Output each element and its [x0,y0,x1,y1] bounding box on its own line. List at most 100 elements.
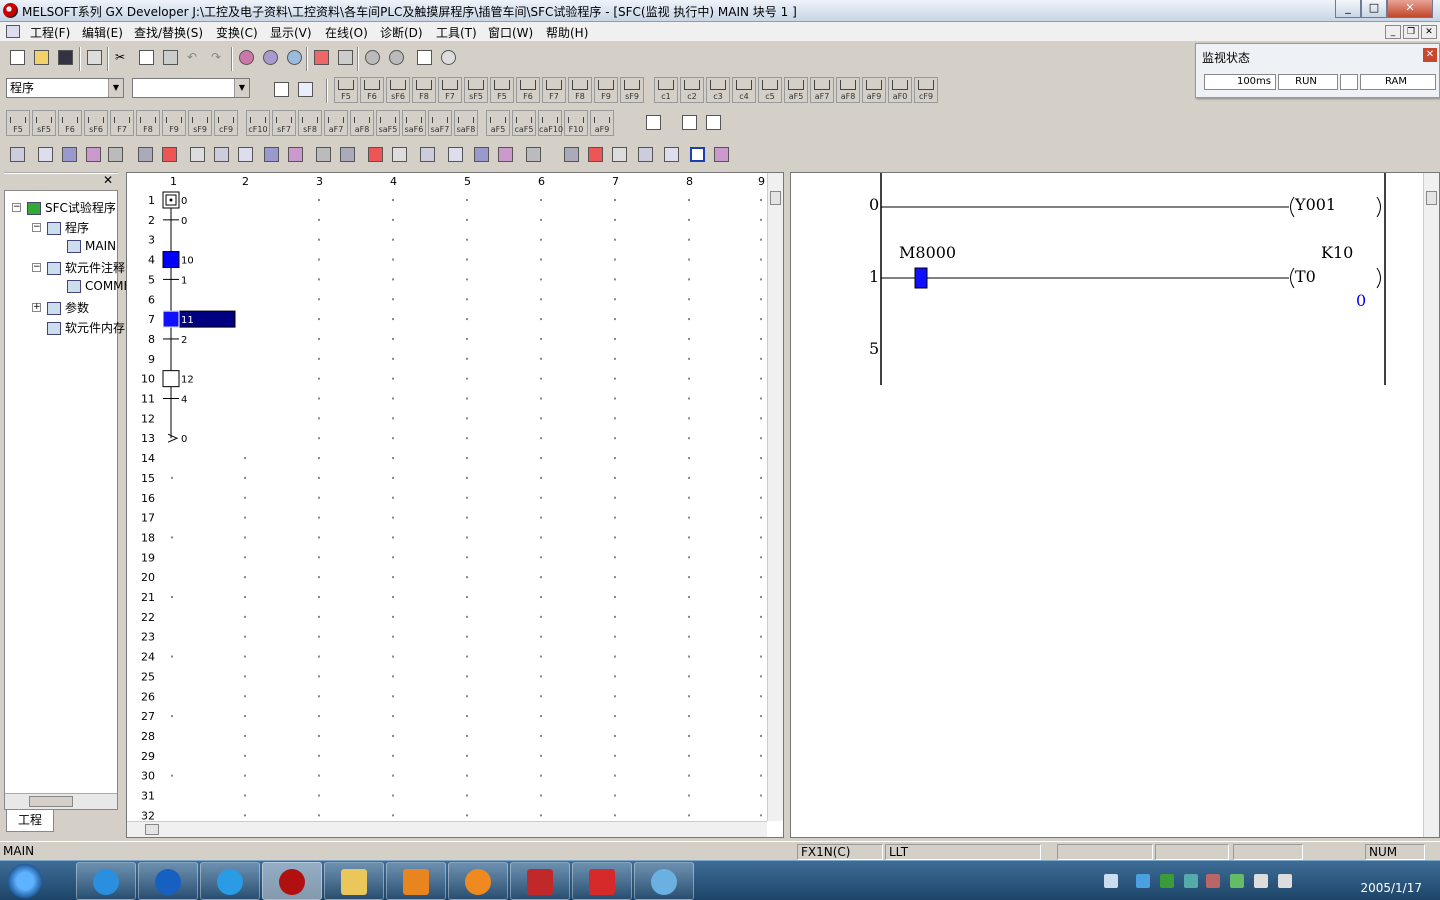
project-tab[interactable]: 工程 [6,810,54,832]
scroll-thumb[interactable] [29,796,73,807]
comment-icon[interactable] [642,111,664,133]
statement-icon[interactable] [702,111,724,133]
tray-icon[interactable] [1206,874,1220,888]
jump-arrow[interactable] [167,433,179,443]
scroll-thumb[interactable] [1426,191,1437,205]
tool-button-5[interactable] [134,143,156,165]
new-icon[interactable] [6,46,28,68]
volume-icon[interactable] [1254,874,1268,888]
tool-button-21[interactable] [560,143,582,165]
minimize-button[interactable]: _ [1335,0,1361,18]
taskbar-pdf[interactable] [386,862,446,900]
tool-button-11[interactable] [284,143,306,165]
menu-online[interactable]: 在线(O) [325,24,368,41]
start-button[interactable] [4,862,46,900]
coil-t0[interactable]: T0 [1295,267,1316,286]
sfc-key-12[interactable]: c1 [654,77,678,103]
sfc-vscrollbar[interactable] [767,173,783,821]
tool-button-8[interactable] [210,143,232,165]
ladder-key-5[interactable]: F8 [136,110,160,136]
taskbar-tool[interactable] [510,862,570,900]
tool-button-25[interactable] [660,143,682,165]
cut-icon[interactable]: ✂ [111,46,133,68]
collapse-icon[interactable]: − [12,203,21,212]
chevron-down-icon[interactable]: ▼ [108,79,123,97]
step-s10[interactable] [162,251,180,269]
tray-icon[interactable] [1230,874,1244,888]
ladder-vscrollbar[interactable] [1423,173,1439,837]
tree-hscrollbar[interactable] [5,793,117,809]
sfc-key-9[interactable]: F8 [568,77,592,103]
menu-help[interactable]: 帮助(H) [546,24,588,41]
save-icon[interactable] [54,46,76,68]
ladder-key-17[interactable]: saF8 [454,110,478,136]
tool-button-13[interactable] [336,143,358,165]
tool-button-22[interactable] [584,143,606,165]
redo-icon[interactable]: ↷ [207,46,229,68]
tool-button-10[interactable] [260,143,282,165]
sfc-key-4[interactable]: F7 [438,77,462,103]
sfc-key-1[interactable]: F6 [360,77,384,103]
coil-y001[interactable]: Y001 [1295,195,1336,214]
keyboard-icon[interactable] [1104,874,1118,888]
maximize-button[interactable]: □ [1361,0,1387,18]
sfc-key-6[interactable]: F5 [490,77,514,103]
chevron-down-icon[interactable]: ▼ [234,79,249,97]
tool-button-3[interactable] [82,143,104,165]
ladder-key-9[interactable]: cF10 [246,110,270,136]
taskbar-ie2[interactable] [200,862,260,900]
device-combo[interactable]: ▼ [132,78,250,98]
sfc-key-18[interactable]: aF7 [810,77,834,103]
tree-main[interactable]: MAIN [67,239,116,253]
ladder-key-6[interactable]: F9 [162,110,186,136]
m8000-contact[interactable] [914,267,928,289]
ladder-key-13[interactable]: aF8 [350,110,374,136]
tool-button-14[interactable] [364,143,386,165]
tool-button-17[interactable] [444,143,466,165]
ladder-key-12[interactable]: aF7 [324,110,348,136]
ladder-key-0[interactable]: F5 [6,110,30,136]
tool-button-18[interactable] [470,143,492,165]
tree-device-memory[interactable]: 软元件内存 [47,319,125,336]
scroll-thumb[interactable] [770,191,781,205]
sfc-ladder-switch-icon[interactable] [270,78,292,100]
monitor-stop-icon[interactable] [385,46,407,68]
ladder-key-10[interactable]: sF7 [272,110,296,136]
tree-root[interactable]: SFC试验程序 [27,199,116,216]
sfc-diagram[interactable]: 1 2 3 4 5 6 7 8 91234567891011121314151617181920… [127,173,767,821]
ladder-key-2[interactable]: F6 [58,110,82,136]
instruction-search-icon[interactable] [259,46,281,68]
taskbar-explorer[interactable] [324,862,384,900]
tool-button-1[interactable] [34,143,56,165]
taskbar-sogou[interactable] [138,862,198,900]
ladder-diagram[interactable] [791,173,1423,837]
ladder-key-20[interactable]: caF10 [538,110,563,136]
ladder-key-15[interactable]: saF6 [402,110,426,136]
network-icon[interactable] [1278,874,1292,888]
ladder-key-7[interactable]: sF9 [188,110,212,136]
copy-icon[interactable] [135,46,157,68]
device-search-icon[interactable] [235,46,257,68]
sfc-key-22[interactable]: cF9 [914,77,938,103]
open-icon[interactable] [30,46,52,68]
ladder-key-11[interactable]: sF8 [298,110,322,136]
paste-icon[interactable] [159,46,181,68]
ladder-key-19[interactable]: caF5 [512,110,536,136]
expand-icon[interactable]: + [32,303,41,312]
program-combo[interactable]: 程序 ▼ [6,78,124,98]
sfc-key-20[interactable]: aF9 [862,77,886,103]
tool-button-9[interactable] [234,143,256,165]
mdi-restore-button[interactable]: ❐ [1403,25,1419,39]
ladder-key-16[interactable]: saF7 [428,110,452,136]
menu-diagnostics[interactable]: 诊断(D) [380,24,423,41]
menu-project[interactable]: 工程(F) [30,24,70,41]
cross-reference-icon[interactable] [283,46,305,68]
tool-button-23[interactable] [608,143,630,165]
ladder-key-14[interactable]: saF5 [376,110,400,136]
document-icon[interactable] [6,25,20,38]
device-icon[interactable] [678,111,700,133]
tool-button-16[interactable] [416,143,438,165]
sfc-key-2[interactable]: sF6 [386,77,410,103]
write-plc-icon[interactable] [310,46,332,68]
read-plc-icon[interactable] [334,46,356,68]
